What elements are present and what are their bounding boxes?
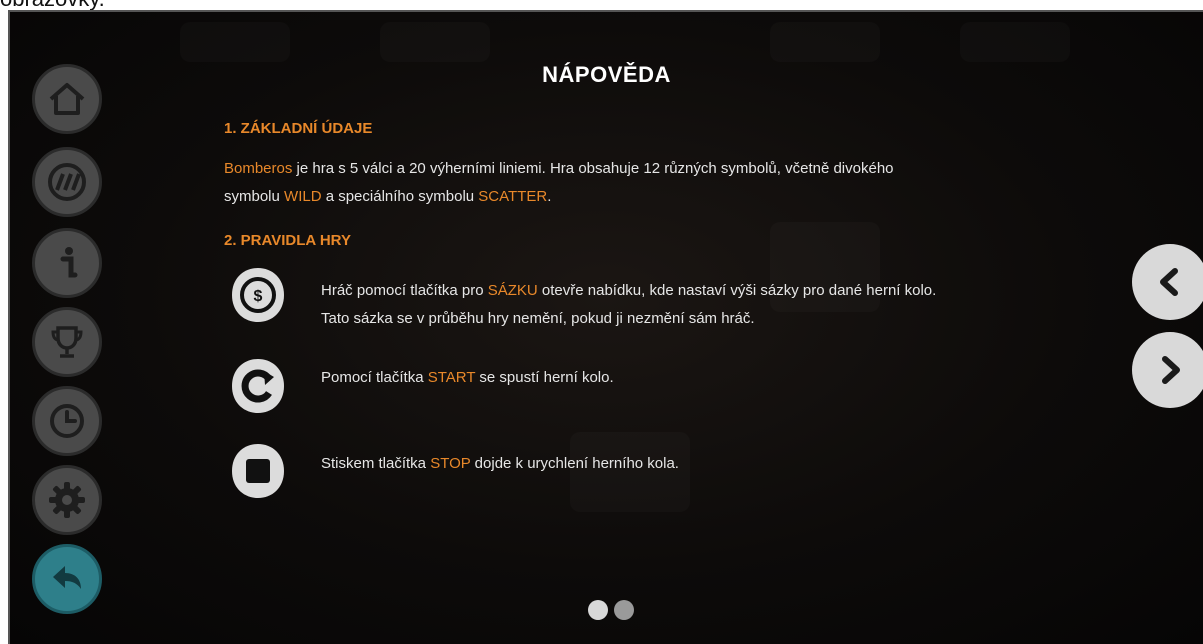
page-dot-2[interactable] <box>614 600 634 620</box>
scatter-keyword: SCATTER <box>478 188 548 205</box>
bet-coin-icon: $ <box>222 264 294 326</box>
trophy-icon <box>51 326 83 358</box>
rule-start-text: Pomocí tlačítka START se spustí herní ko… <box>321 369 614 386</box>
rule-stop-text: Stiskem tlačítka STOP dojde k urychlení … <box>321 455 679 472</box>
settings-button[interactable] <box>32 465 102 535</box>
background-decoration <box>960 22 1070 62</box>
background-decoration <box>180 22 290 62</box>
chevron-right-icon <box>1162 356 1180 384</box>
rule-bet-text: Hráč pomocí tlačítka pro SÁZKU otevře na… <box>321 282 937 327</box>
start-keyword: START <box>427 369 476 386</box>
svg-text:$: $ <box>254 288 263 305</box>
section-basic-info-text: Bomberos je hra s 5 válci a 20 výherními… <box>224 155 1024 211</box>
stop-square-icon <box>222 440 294 502</box>
game-help-screen: NÁPOVĚDA 1. ZÁKLADNÍ ÚDAJE Bomberos je h… <box>8 10 1203 644</box>
game-name: Bomberos <box>224 160 293 177</box>
pagination-dots <box>588 600 634 620</box>
paylines-button[interactable] <box>32 147 102 217</box>
history-icon <box>50 404 84 438</box>
gear-icon <box>49 482 85 518</box>
background-decoration <box>380 22 490 62</box>
section-heading-rules: 2. PRAVIDLA HRY <box>224 232 351 249</box>
background-decoration <box>770 22 880 62</box>
previous-page-button[interactable] <box>1132 244 1203 320</box>
info-button[interactable] <box>32 228 102 298</box>
section-heading-basic-info: 1. ZÁKLADNÍ ÚDAJE <box>224 120 373 137</box>
page-dot-1[interactable] <box>588 600 608 620</box>
trophy-button[interactable] <box>32 307 102 377</box>
back-arrow-icon <box>53 566 81 589</box>
info-icon <box>60 247 78 278</box>
stop-keyword: STOP <box>430 455 471 472</box>
wild-keyword: WILD <box>284 188 322 205</box>
paylines-icon <box>48 163 86 201</box>
start-spin-icon <box>222 355 294 417</box>
chevron-left-icon <box>1160 268 1178 296</box>
next-page-button[interactable] <box>1132 332 1203 408</box>
back-button[interactable] <box>32 544 102 614</box>
history-button[interactable] <box>32 386 102 456</box>
basic-info-line-1: Bomberos je hra s 5 válci a 20 výherními… <box>224 160 894 177</box>
basic-info-line-2: symbolu WILD a speciálního symbolu SCATT… <box>224 188 552 205</box>
bet-keyword: SÁZKU <box>487 282 538 299</box>
page-title: NÁPOVĚDA <box>542 62 671 87</box>
